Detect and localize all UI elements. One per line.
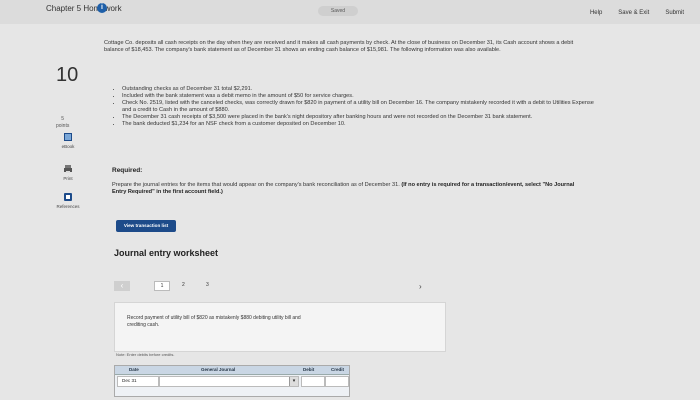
tab-2[interactable]: 2 — [182, 282, 185, 288]
list-item: Outstanding checks as of December 31 tot… — [122, 86, 602, 93]
references-label: References — [56, 204, 80, 209]
journal-header: Date General Journal Debit Credit — [115, 366, 349, 375]
tab-1[interactable]: 1 — [154, 281, 170, 291]
book-icon — [63, 132, 73, 142]
references-tool[interactable]: References — [48, 192, 88, 209]
list-item: Check No. 2519, listed with the canceled… — [122, 100, 602, 113]
ebook-tool[interactable]: eBook — [48, 132, 88, 149]
points-value: 5 — [61, 116, 65, 122]
tab-3[interactable]: 3 — [206, 282, 209, 288]
journal-table: Date General Journal Debit Credit Dec 31… — [114, 365, 350, 397]
question-content: Cottage Co. deposits all cash receipts o… — [100, 24, 690, 400]
col-general-journal: General Journal — [201, 367, 236, 372]
submit-link[interactable]: Submit — [665, 10, 684, 16]
top-actions: Help Save & Exit Submit — [590, 10, 684, 16]
account-select[interactable]: ▾ — [159, 376, 299, 387]
chapter-title: Chapter 5 Homework — [46, 4, 122, 13]
worksheet-tabs: ‹ 1 2 3 › — [114, 279, 434, 293]
print-icon — [63, 164, 73, 174]
date-value: Dec 31 — [122, 378, 137, 383]
credit-input[interactable] — [325, 376, 349, 387]
worksheet-title: Journal entry worksheet — [114, 248, 219, 258]
required-instructions: Prepare the journal entries for the item… — [112, 182, 400, 188]
list-item: The December 31 cash receipts of $3,500 … — [122, 114, 602, 121]
chevron-down-icon[interactable]: ▾ — [289, 377, 298, 386]
points-label: points — [56, 123, 70, 129]
help-link[interactable]: Help — [590, 10, 602, 16]
list-item: Included with the bank statement was a d… — [122, 93, 602, 100]
record-panel: Record payment of utility bill of $820 a… — [114, 302, 446, 352]
prev-tab-icon[interactable]: ‹ — [114, 281, 130, 291]
col-debit: Debit — [303, 367, 315, 372]
table-row: Dec 31 ▾ — [115, 376, 349, 387]
list-item: The bank deducted $1,234 for an NSF chec… — [122, 121, 602, 128]
view-transaction-list-button[interactable]: View transaction list — [116, 220, 176, 232]
left-column: 10 5 points eBook Print References — [0, 24, 96, 400]
top-bar: Chapter 5 Homework i Saved Help Save & E… — [0, 0, 700, 24]
info-list: Outstanding checks as of December 31 tot… — [112, 86, 602, 128]
question-intro: Cottage Co. deposits all cash receipts o… — [104, 40, 574, 54]
required-text: Prepare the journal entries for the item… — [112, 182, 582, 197]
points-box: 5 points — [56, 116, 69, 130]
save-exit-link[interactable]: Save & Exit — [618, 10, 649, 16]
question-number: 10 — [56, 64, 79, 86]
next-tab-icon[interactable]: › — [419, 282, 422, 291]
col-credit: Credit — [331, 367, 345, 372]
journal-entry-worksheet: Journal entry worksheet ‹ 1 2 3 › Record… — [114, 240, 446, 400]
col-date: Date — [129, 367, 139, 372]
ebook-label: eBook — [61, 144, 75, 149]
references-icon — [63, 192, 73, 202]
info-icon[interactable]: i — [97, 3, 107, 13]
print-tool[interactable]: Print — [48, 164, 88, 181]
required-heading: Required: — [112, 167, 143, 174]
debits-note: Note: Enter debits before credits. — [116, 352, 175, 357]
record-instruction: Record payment of utility bill of $820 a… — [127, 315, 301, 328]
print-label: Print — [63, 176, 73, 181]
debit-input[interactable] — [301, 376, 325, 387]
date-cell[interactable]: Dec 31 — [117, 376, 159, 387]
saved-status: Saved — [318, 6, 358, 16]
